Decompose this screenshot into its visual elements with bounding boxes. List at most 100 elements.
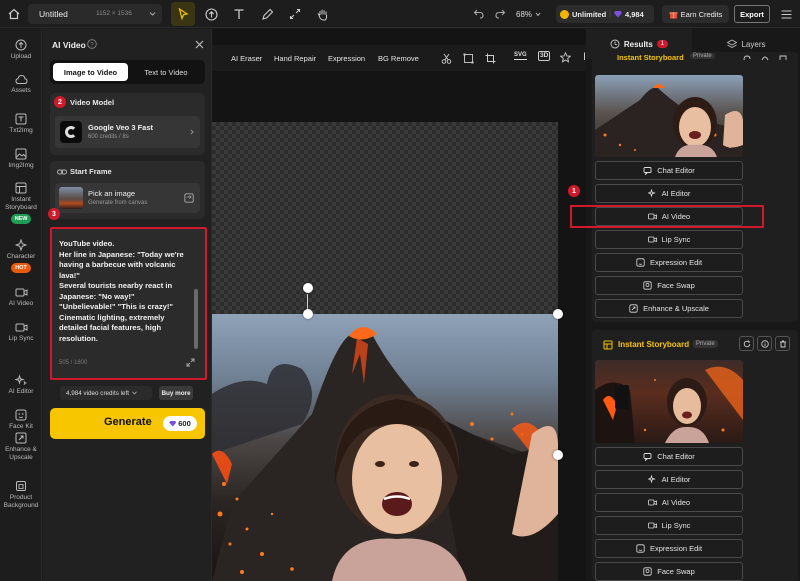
undo-button[interactable] xyxy=(470,5,486,23)
action-label: AI Video xyxy=(661,212,691,221)
info-button[interactable] xyxy=(757,336,772,351)
sep: | xyxy=(609,10,611,18)
result-image-1[interactable] xyxy=(595,75,743,157)
prompt-textarea[interactable]: YouTube video. Her line in Japanese: "To… xyxy=(50,227,207,380)
model-selector[interactable]: Google Veo 3 Fast 600 credits / 8s xyxy=(55,116,200,148)
lip-sync-button-2[interactable]: Lip Sync xyxy=(595,516,743,535)
ai-video-button-2[interactable]: AI Video xyxy=(595,493,743,512)
menu-button[interactable] xyxy=(778,6,794,22)
select-tool-button[interactable] xyxy=(171,2,195,26)
credits-left: 4,984 video credits left xyxy=(66,389,130,397)
resize-tool-button[interactable] xyxy=(286,5,304,23)
3d-icon[interactable]: 3D xyxy=(538,51,551,61)
pick-image-sub: Generate from canvas xyxy=(88,200,148,206)
ai-video-button[interactable]: AI Video xyxy=(595,207,743,226)
zoom-select[interactable]: 68% xyxy=(516,5,550,23)
expression-edit-button[interactable]: Expression Edit xyxy=(595,253,743,272)
buy-more-button[interactable]: Buy more xyxy=(159,386,193,400)
crop-icon[interactable] xyxy=(485,53,496,64)
nav-item-upload[interactable]: Upload xyxy=(0,39,42,61)
generate-label: Generate xyxy=(104,416,152,428)
chat-icon xyxy=(643,453,652,461)
credits-left-select[interactable]: 4,984 video credits left xyxy=(60,386,152,400)
upload-icon xyxy=(15,39,27,51)
enhance-upscale-button[interactable]: Enhance & Upscale xyxy=(595,299,743,318)
document-title-field[interactable]: Untitled 1152 × 1536 xyxy=(28,4,162,24)
lip-sync-button[interactable]: Lip Sync xyxy=(595,230,743,249)
nav-label: Img2Img xyxy=(8,162,34,169)
chat-editor-button-2[interactable]: Chat Editor xyxy=(595,447,743,466)
home-icon[interactable] xyxy=(6,6,22,22)
nav-item-img2img[interactable]: Img2Img xyxy=(0,148,42,170)
face-icon xyxy=(636,544,645,553)
ai-video-panel: AI Video ? Image to Video Text to Video … xyxy=(43,29,212,581)
text-tool-button[interactable] xyxy=(230,5,248,23)
ai-editor-button[interactable]: AI Editor xyxy=(595,184,743,203)
action-label: Face Swap xyxy=(657,281,695,290)
tab-image-to-video[interactable]: Image to Video xyxy=(53,63,128,81)
nav-item-ai-editor[interactable]: AI Editor xyxy=(0,374,42,396)
trash-icon[interactable] xyxy=(779,55,787,61)
layers-tab-label: Layers xyxy=(741,39,766,49)
canvas-handle-top-center[interactable] xyxy=(303,309,313,319)
action-label: Lip Sync xyxy=(661,235,691,244)
help-icon[interactable]: ? xyxy=(87,39,97,49)
hamburger-icon xyxy=(781,9,791,19)
canvas-photo[interactable] xyxy=(212,314,558,581)
pick-image-button[interactable]: Pick an image Generate from canvas xyxy=(55,183,200,213)
close-icon[interactable] xyxy=(195,40,204,49)
generate-cost-pill: 600 xyxy=(163,416,197,431)
refresh-icon[interactable] xyxy=(743,55,751,61)
generate-button[interactable]: Generate 600 xyxy=(50,408,205,439)
nav-item-instant-storyboard[interactable]: Instant Storyboard NEW xyxy=(0,182,42,224)
export-button[interactable]: Export xyxy=(734,5,770,23)
nav-item-assets[interactable]: Assets xyxy=(0,74,42,95)
bg-remove-tool[interactable]: BG Remove xyxy=(378,54,419,63)
redo-button[interactable] xyxy=(492,5,508,23)
expression-edit-button-2[interactable]: Expression Edit xyxy=(595,539,743,558)
svg-export-icon[interactable]: SVG xyxy=(514,51,527,60)
ai-editor-button-2[interactable]: AI Editor xyxy=(595,470,743,489)
step-2-marker: 2 xyxy=(54,96,66,108)
chat-editor-button[interactable]: Chat Editor xyxy=(595,161,743,180)
frame-thumbnail xyxy=(59,187,83,209)
nav-item-lip-sync[interactable]: Lip Sync xyxy=(0,322,42,343)
nav-item-ai-video[interactable]: AI Video xyxy=(0,287,42,308)
nav-item-enhance-upscale[interactable]: Enhance & Upscale xyxy=(0,432,42,462)
expression-tool[interactable]: Expression xyxy=(328,54,365,63)
scissors-icon[interactable] xyxy=(441,53,452,64)
video-icon xyxy=(647,213,657,220)
transform-icon[interactable] xyxy=(463,53,474,64)
action-label: Enhance & Upscale xyxy=(643,304,709,313)
nav-item-face-kit[interactable]: Face Kit xyxy=(0,409,42,431)
tab-text-to-video[interactable]: Text to Video xyxy=(130,63,202,81)
canvas-handle-right[interactable] xyxy=(553,450,563,460)
textarea-scrollbar[interactable] xyxy=(194,289,198,349)
star-icon[interactable] xyxy=(560,52,571,63)
nav-item-product-background[interactable]: Product Background xyxy=(0,480,42,510)
delete-button[interactable] xyxy=(775,336,790,351)
face-swap-button[interactable]: Face Swap xyxy=(595,276,743,295)
step-3-marker: 3 xyxy=(48,208,60,220)
canvas-area[interactable]: AI Eraser Hand Repair Expression BG Remo… xyxy=(212,29,586,581)
info-icon[interactable] xyxy=(761,55,769,61)
ai-eraser-tool[interactable]: AI Eraser xyxy=(231,54,262,63)
refresh-button[interactable] xyxy=(739,336,754,351)
swap-image-icon[interactable] xyxy=(184,193,194,203)
chevron-down-icon xyxy=(149,12,156,16)
nav-label: Product Background xyxy=(3,494,39,509)
earn-credits-button[interactable]: Earn Credits xyxy=(662,5,729,23)
hand-repair-tool[interactable]: Hand Repair xyxy=(274,54,316,63)
canvas-handle-top[interactable] xyxy=(303,283,313,293)
upload-tool-button[interactable] xyxy=(202,5,220,23)
nav-item-txt2img[interactable]: Txt2Img xyxy=(0,113,42,135)
result-image-2[interactable] xyxy=(595,360,743,443)
hand-tool-button[interactable] xyxy=(314,5,332,23)
plan-credits-pill[interactable]: Unlimited | 4,984 xyxy=(556,5,654,23)
expand-icon[interactable] xyxy=(186,358,195,367)
face-swap-button-2[interactable]: Face Swap xyxy=(595,562,743,581)
nav-item-character[interactable]: Character HOT xyxy=(0,239,42,273)
pen-tool-button[interactable] xyxy=(258,5,276,23)
canvas-handle-top-right[interactable] xyxy=(553,309,563,319)
action-label: Expression Edit xyxy=(649,544,703,553)
